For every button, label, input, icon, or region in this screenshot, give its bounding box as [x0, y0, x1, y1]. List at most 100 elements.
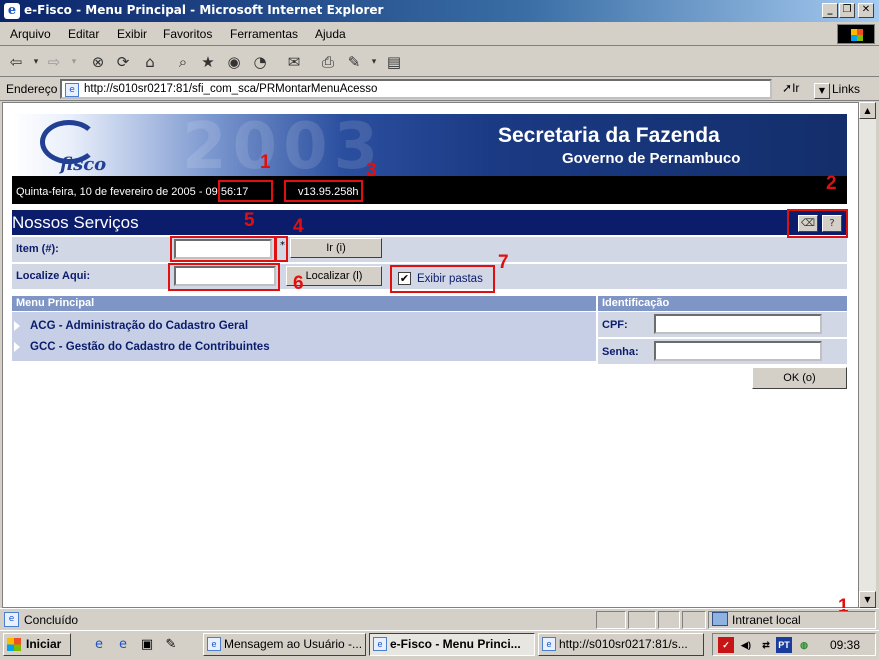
- print-icon[interactable]: ⎙: [318, 52, 338, 72]
- home-icon[interactable]: ⌂: [140, 52, 160, 72]
- password-label: Senha:: [602, 346, 639, 358]
- favorites-icon[interactable]: ★: [198, 52, 218, 72]
- go-arrow-icon: ➚: [782, 81, 793, 95]
- status-text: Concluído: [24, 613, 79, 627]
- window-title: e-Fisco - Menu Principal - Microsoft Int…: [24, 3, 384, 17]
- task-url-window[interactable]: e http://s010sr0217:81/s...: [538, 633, 704, 656]
- menu-exibir[interactable]: Exibir: [117, 27, 147, 41]
- browser-toolbar: ⇦ ▾ ⇨ ▾ ⊗ ⟳ ⌂ ⌕ ★ ◉ ◔ ✉ ⎙ ✎ ▾ ▤: [0, 47, 879, 77]
- identification-header: Identificação: [598, 296, 847, 311]
- maximize-button[interactable]: ❐: [839, 3, 855, 18]
- forward-dropdown-icon[interactable]: ▾: [64, 52, 84, 72]
- menu-ajuda[interactable]: Ajuda: [315, 27, 346, 41]
- password-input[interactable]: [654, 341, 822, 361]
- discuss-icon[interactable]: ▤: [384, 52, 404, 72]
- links-button[interactable]: Links: [832, 82, 860, 96]
- network-tray-icon[interactable]: ⇄: [758, 637, 774, 653]
- status-panel: [658, 611, 680, 629]
- search-icon[interactable]: ⌕: [173, 52, 193, 72]
- antivirus-tray-icon[interactable]: ✓: [718, 637, 734, 653]
- annotation-number-4: 4: [293, 216, 304, 237]
- ok-button[interactable]: OK (o): [752, 367, 847, 389]
- status-panel: [596, 611, 626, 629]
- status-bar: e Concluído Intranet local: [0, 608, 879, 630]
- find-label: Localize Aqui:: [16, 270, 91, 282]
- item-label: Item (#):: [16, 243, 59, 255]
- menu-editar[interactable]: Editar: [68, 27, 99, 41]
- go-button[interactable]: ➚Ir: [782, 81, 799, 95]
- main-menu-header: Menu Principal: [12, 296, 596, 311]
- zone-text: Intranet local: [732, 613, 801, 627]
- menu-arquivo[interactable]: Arquivo: [10, 27, 51, 41]
- back-icon[interactable]: ⇦: [6, 52, 26, 72]
- edit-icon[interactable]: ✎: [344, 52, 364, 72]
- task-message-window[interactable]: e Mensagem ao Usuário -...: [203, 633, 366, 656]
- task-efisco-window[interactable]: e e-Fisco - Menu Princi...: [369, 633, 535, 656]
- annotation-box-required-mark: [275, 236, 288, 262]
- edit-dropdown-icon[interactable]: ▾: [364, 52, 384, 72]
- org-subtitle: Governo de Pernambuco: [562, 150, 741, 167]
- annotation-number-5: 5: [244, 210, 255, 231]
- go-item-button[interactable]: Ir (i): [290, 238, 382, 258]
- date-time-text: Quinta-feira, 10 de fevereiro de 2005 - …: [16, 186, 249, 198]
- globe-tray-icon[interactable]: ◍: [796, 637, 812, 653]
- window-title-bar[interactable]: e e-Fisco - Menu Principal - Microsoft I…: [0, 0, 879, 22]
- windows-logo-icon: [837, 24, 875, 44]
- quicklaunch-ie-icon[interactable]: e: [90, 636, 108, 654]
- back-dropdown-icon[interactable]: ▾: [26, 52, 46, 72]
- quicklaunch-desktop-icon[interactable]: ▣: [138, 636, 156, 654]
- main-menu-title: Menu Principal: [16, 297, 95, 309]
- volume-tray-icon[interactable]: ◀): [738, 637, 754, 653]
- stop-icon[interactable]: ⊗: [88, 52, 108, 72]
- menu-item-label: ACG - Administração do Cadastro Geral: [30, 320, 249, 332]
- annotation-box-clock: [218, 180, 273, 202]
- close-button[interactable]: ✕: [858, 3, 874, 18]
- efisco-banner: fisco 2003 Secretaria da Fazenda Governo…: [12, 110, 847, 184]
- date-bar: Quinta-feira, 10 de fevereiro de 2005 - …: [12, 176, 847, 204]
- taskbar-clock: 09:38: [830, 638, 861, 652]
- forward-icon[interactable]: ⇨: [44, 52, 64, 72]
- annotation-box-item-input: [170, 236, 276, 262]
- menu-ferramentas[interactable]: Ferramentas: [230, 27, 298, 41]
- annotation-number-1: 1: [260, 152, 271, 173]
- address-bar: Endereço e http://s010sr0217:81/sfi_com_…: [0, 77, 879, 101]
- expand-arrow-icon[interactable]: [14, 321, 20, 331]
- go-label: Ir: [792, 81, 800, 95]
- task-label: http://s010sr0217:81/s...: [559, 637, 688, 651]
- mail-icon[interactable]: ✉: [284, 52, 304, 72]
- history-icon[interactable]: ◔: [250, 52, 270, 72]
- quicklaunch-ie2-icon[interactable]: e: [114, 636, 132, 654]
- menu-item-acg[interactable]: ACG - Administração do Cadastro Geral: [14, 320, 249, 332]
- annotation-number-2: 2: [826, 173, 837, 194]
- logo-text: fisco: [60, 154, 107, 175]
- scroll-up-icon[interactable]: ▲: [859, 102, 876, 119]
- minimize-button[interactable]: _: [822, 3, 838, 18]
- media-icon[interactable]: ◉: [224, 52, 244, 72]
- ie-icon: e: [542, 637, 556, 651]
- address-input[interactable]: e http://s010sr0217:81/sfi_com_sca/PRMon…: [60, 79, 830, 99]
- ie-icon: e: [373, 637, 387, 651]
- annotation-box-version: [284, 180, 363, 202]
- services-title: Nossos Serviços: [12, 213, 139, 232]
- intranet-zone-icon: [712, 612, 728, 626]
- annotation-number-3: 3: [366, 160, 377, 181]
- vertical-scrollbar[interactable]: ▲ ▼: [859, 102, 876, 608]
- quicklaunch-notepad-icon[interactable]: ✎: [162, 636, 180, 654]
- expand-arrow-icon[interactable]: [14, 342, 20, 352]
- menu-favoritos[interactable]: Favoritos: [163, 27, 212, 41]
- scroll-down-icon[interactable]: ▼: [859, 591, 876, 608]
- address-dropdown-icon[interactable]: ▼: [814, 83, 830, 99]
- annotation-box-show-folders: [390, 265, 495, 293]
- page-icon: e: [65, 83, 79, 97]
- address-label: Endereço: [6, 82, 58, 96]
- address-url[interactable]: http://s010sr0217:81/sfi_com_sca/PRMonta…: [84, 83, 377, 95]
- cpf-input[interactable]: [654, 314, 822, 334]
- status-panel: [628, 611, 656, 629]
- menu-item-gcc[interactable]: GCC - Gestão do Cadastro de Contribuinte…: [14, 341, 270, 353]
- annotation-box-find-input: [168, 263, 280, 291]
- ie-icon: e: [207, 637, 221, 651]
- year-watermark: 2003: [182, 110, 385, 184]
- refresh-icon[interactable]: ⟳: [113, 52, 133, 72]
- language-tray-icon[interactable]: PT: [776, 637, 792, 653]
- identification-title: Identificação: [602, 297, 670, 309]
